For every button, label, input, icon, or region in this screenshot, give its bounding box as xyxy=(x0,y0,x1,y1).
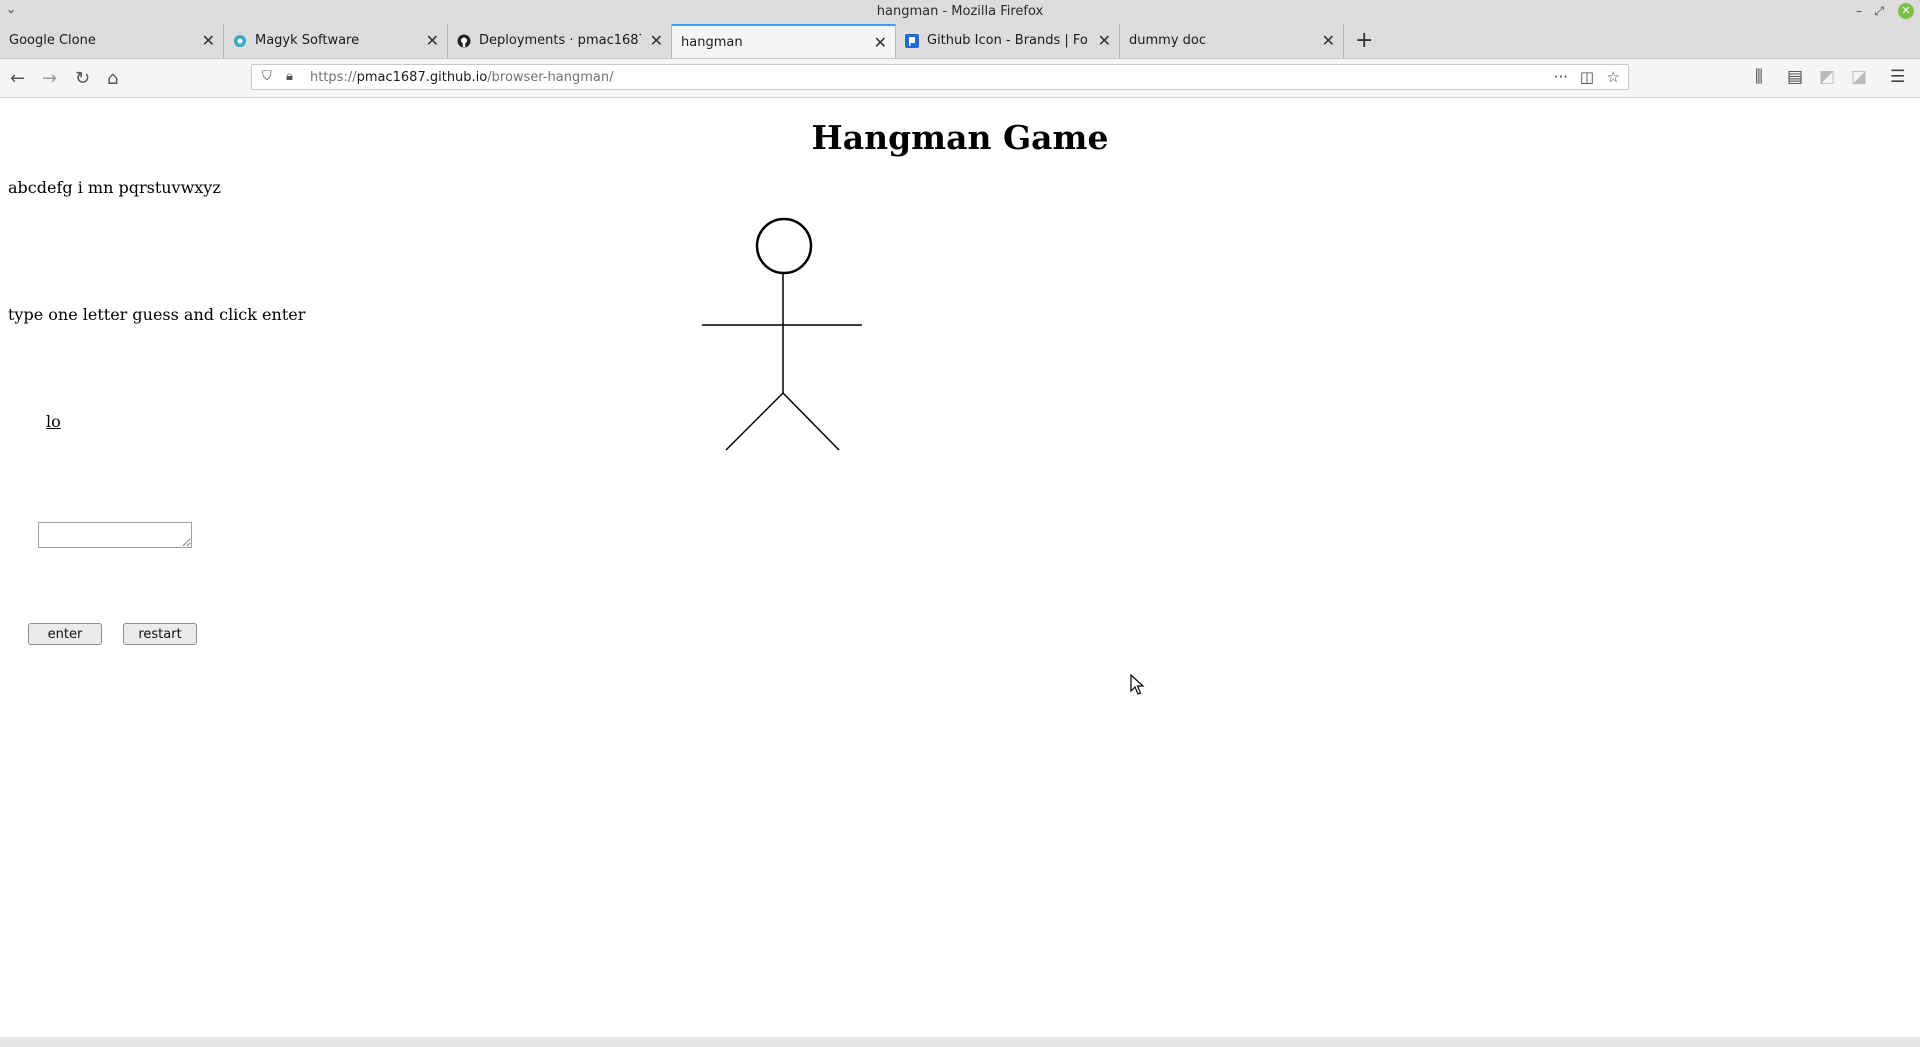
hangman-figure xyxy=(702,217,862,451)
forward-icon[interactable]: → xyxy=(42,68,57,89)
tab-github-icon-brands[interactable]: Github Icon - Brands | Font ✕ xyxy=(896,24,1120,58)
page-actions-icon[interactable]: ··· xyxy=(1554,68,1568,86)
github-icon xyxy=(457,34,471,48)
tab-close-icon[interactable]: ✕ xyxy=(202,31,215,50)
tab-close-icon[interactable]: ✕ xyxy=(1322,31,1335,50)
home-icon[interactable]: ⌂ xyxy=(107,68,118,89)
tab-label: Deployments · pmac1687/b xyxy=(479,33,641,48)
instruction-text: type one letter guess and click enter xyxy=(8,305,306,324)
tab-dummy-doc[interactable]: dummy doc ✕ xyxy=(1120,24,1344,58)
minimize-icon[interactable]: – xyxy=(1856,3,1862,19)
window-bottom-edge xyxy=(0,1037,1920,1047)
restart-button[interactable]: restart xyxy=(123,623,197,645)
tab-hangman[interactable]: hangman ✕ xyxy=(672,24,896,58)
back-icon[interactable]: ← xyxy=(10,68,25,89)
tab-label: Magyk Software xyxy=(255,33,360,48)
lock-icon[interactable]: 🔒︎ xyxy=(286,69,293,84)
shield-icon[interactable]: ⛉ xyxy=(262,69,272,84)
url-scheme: https:// xyxy=(310,70,357,85)
url-host: pmac1687.github.io xyxy=(356,70,488,85)
page-content: Hangman Game abcdefg i mn pqrstuvwxyz ty… xyxy=(0,98,1920,1037)
url-path: /browser-hangman/ xyxy=(487,70,614,85)
window-title: hangman - Mozilla Firefox xyxy=(876,4,1044,19)
enter-button[interactable]: enter xyxy=(28,623,102,645)
hangman-right-leg xyxy=(782,392,840,451)
tab-google-clone[interactable]: Google Clone ✕ xyxy=(0,24,224,58)
tab-label: hangman xyxy=(681,35,743,50)
url-text[interactable]: https://pmac1687.github.io/browser-hangm… xyxy=(310,70,613,85)
tab-close-icon[interactable]: ✕ xyxy=(426,31,439,50)
page-title: Hangman Game xyxy=(811,118,1109,157)
library-icon[interactable]: ⫼ xyxy=(1755,67,1763,87)
hamburger-menu-icon[interactable]: ☰ xyxy=(1890,67,1905,87)
sidebar-icon[interactable]: ▤ xyxy=(1787,67,1803,87)
extension-icon[interactable]: ◪ xyxy=(1851,67,1867,87)
tab-label: dummy doc xyxy=(1129,33,1206,48)
tab-close-icon[interactable]: ✕ xyxy=(650,31,663,50)
reload-icon[interactable]: ↻ xyxy=(75,68,90,89)
extension-icon[interactable]: ◩ xyxy=(1819,67,1835,87)
guess-input[interactable] xyxy=(38,522,192,548)
flag-icon xyxy=(905,34,919,48)
url-bar[interactable]: ⛉ 🔒︎ https://pmac1687.github.io/browser-… xyxy=(251,64,1629,90)
hangman-head xyxy=(755,217,813,275)
bookmark-star-icon[interactable]: ☆ xyxy=(1607,68,1620,86)
hangman-left-leg xyxy=(725,392,784,451)
tab-label: Github Icon - Brands | Font xyxy=(927,33,1089,48)
tab-close-icon[interactable]: ✕ xyxy=(1098,31,1111,50)
tab-magyk-software[interactable]: Magyk Software ✕ xyxy=(224,24,448,58)
tab-strip: Google Clone ✕ Magyk Software ✕ Deployme… xyxy=(0,24,1920,59)
pocket-icon[interactable]: ◫ xyxy=(1580,68,1594,86)
close-window-icon[interactable]: ✕ xyxy=(1898,3,1914,19)
mouse-cursor-icon xyxy=(1130,674,1145,695)
maximize-icon[interactable]: ⤢ xyxy=(1874,3,1884,19)
gear-icon xyxy=(234,35,246,47)
remaining-letters: abcdefg i mn pqrstuvwxyz xyxy=(8,178,221,197)
tab-close-icon[interactable]: ✕ xyxy=(874,33,887,52)
window-titlebar: ⌄ hangman - Mozilla Firefox – ⤢ ✕ xyxy=(0,0,1920,24)
navigation-bar: ← → ↻ ⌂ ⛉ 🔒︎ https://pmac1687.github.io/… xyxy=(0,59,1920,98)
tab-label: Google Clone xyxy=(9,33,96,48)
new-tab-icon[interactable]: + xyxy=(1355,28,1373,53)
word-progress: lo xyxy=(46,412,61,431)
tab-deployments[interactable]: Deployments · pmac1687/b ✕ xyxy=(448,24,672,58)
